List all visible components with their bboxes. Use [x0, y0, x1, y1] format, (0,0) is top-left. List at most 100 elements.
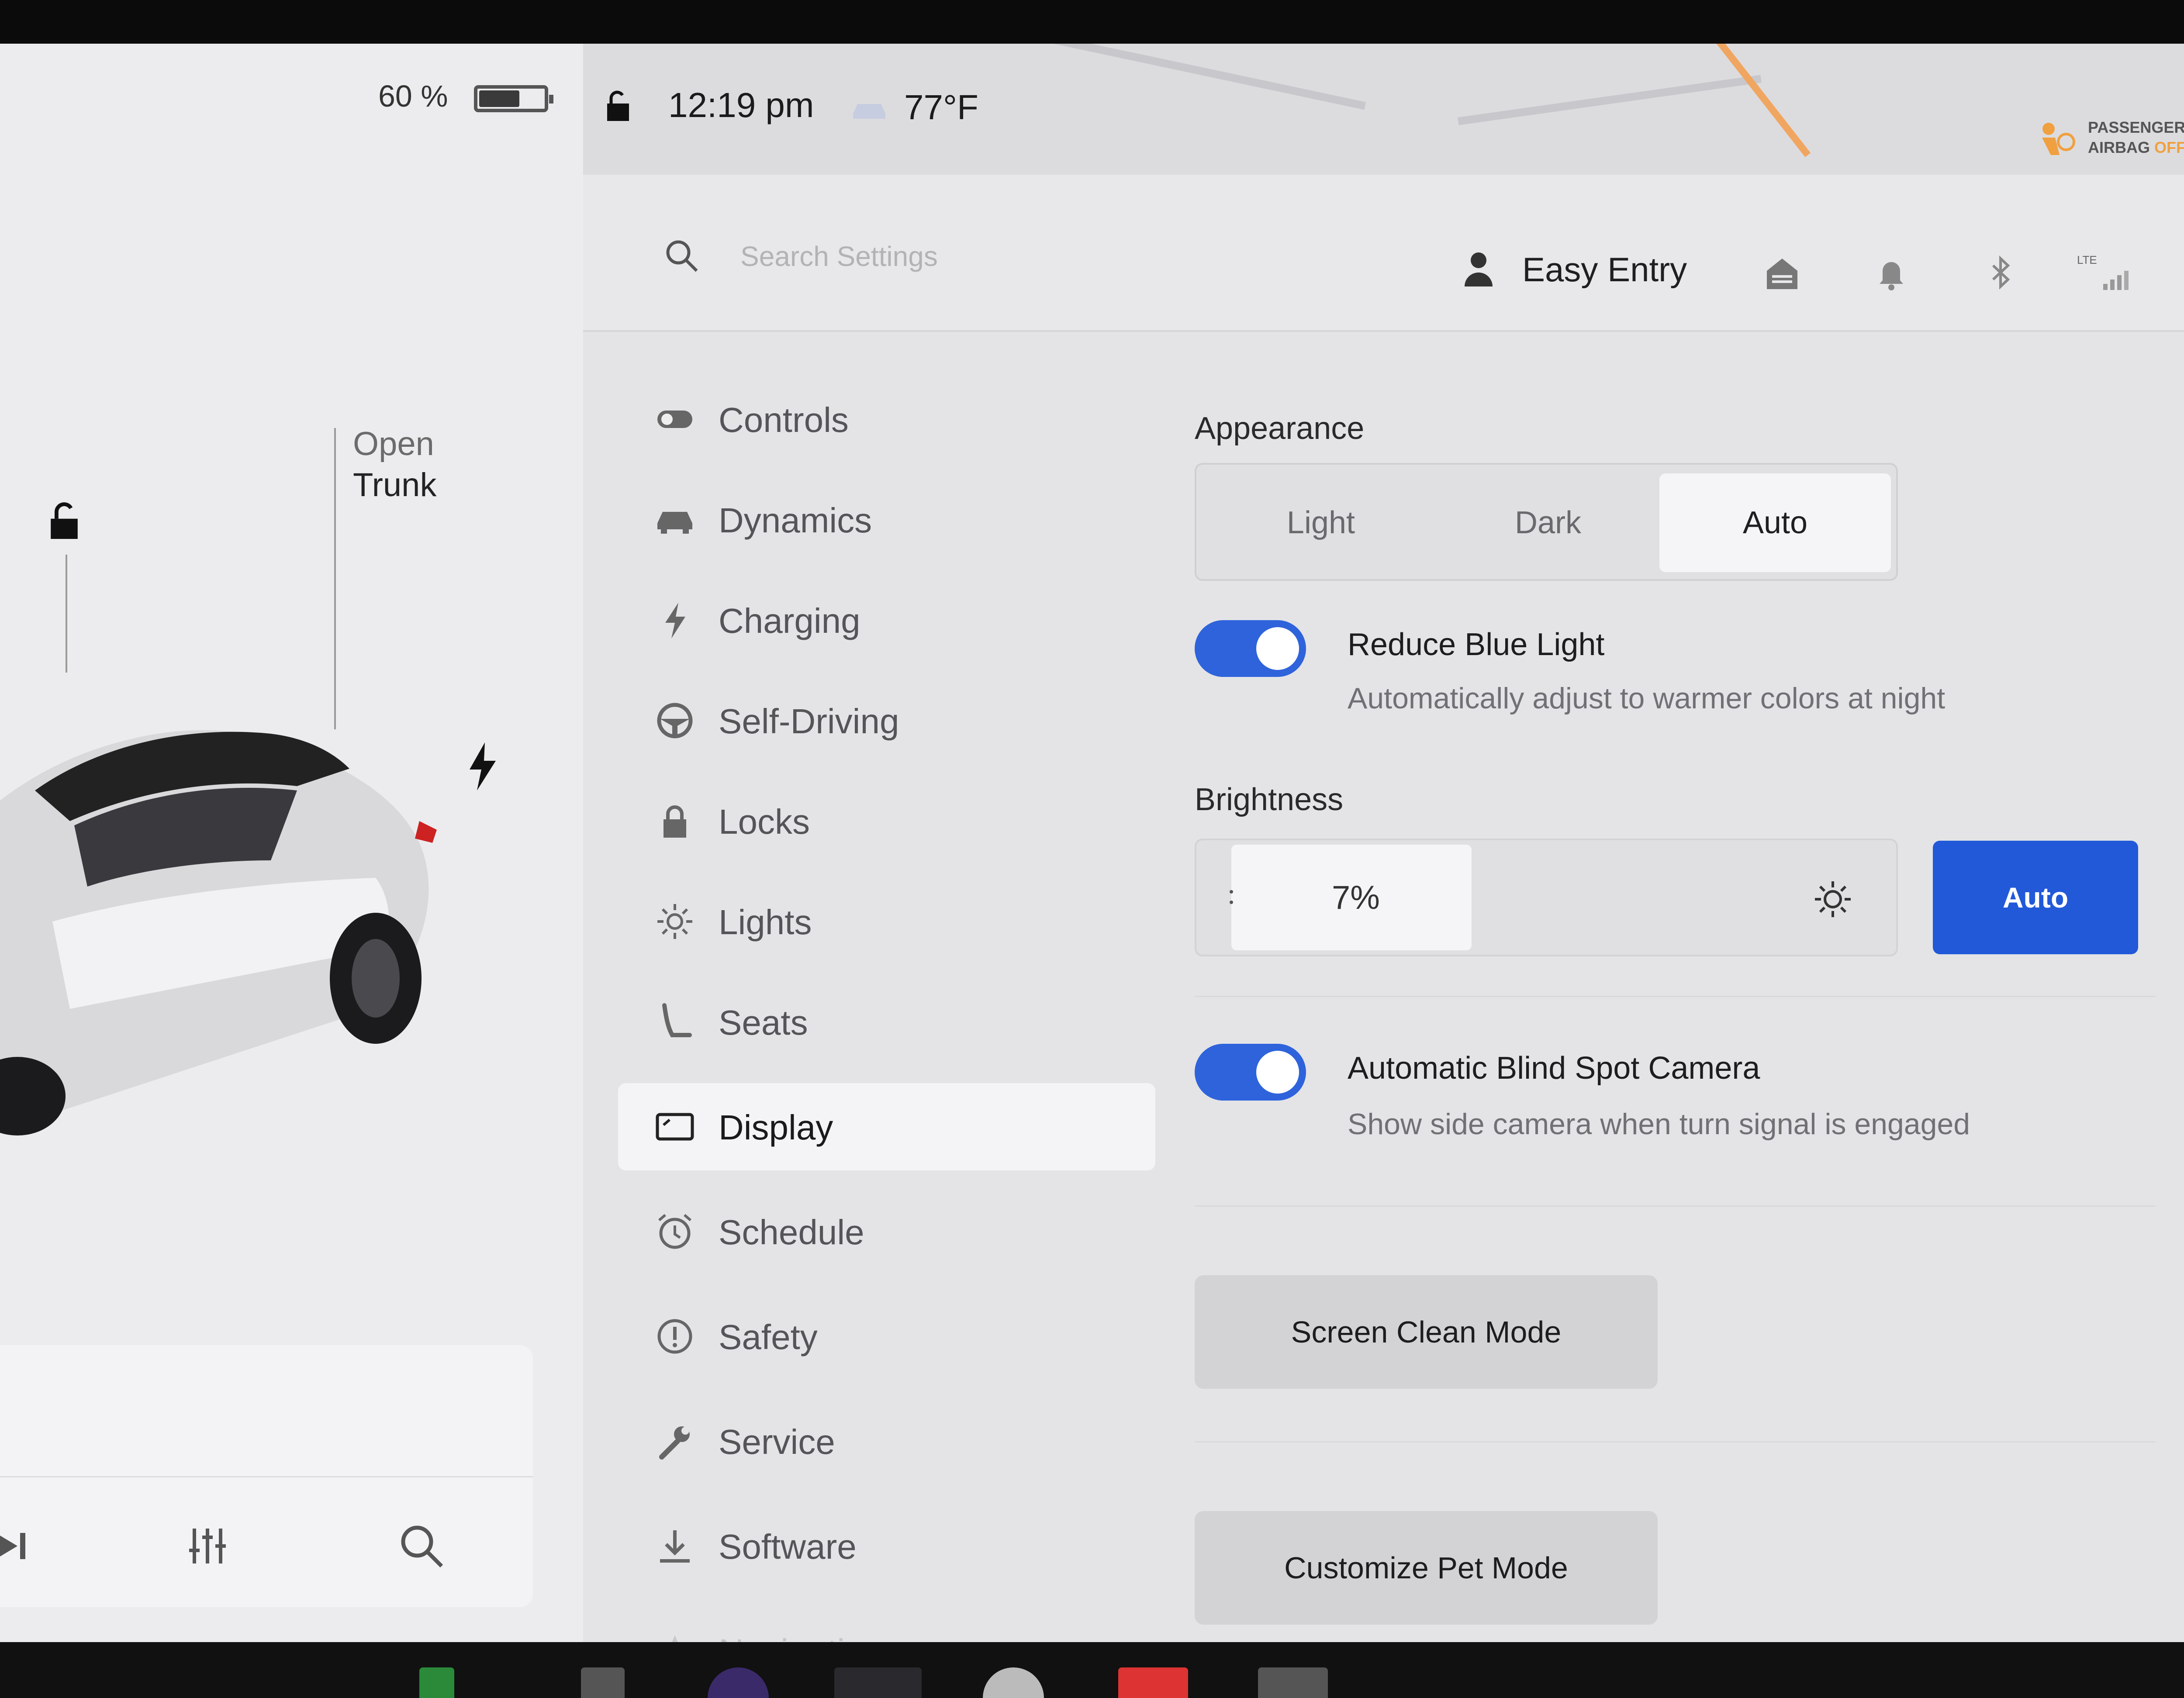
blind-spot-camera-title: Automatic Blind Spot Camera: [1348, 1051, 1760, 1086]
appearance-title: Appearance: [1195, 411, 1365, 446]
section-divider: [1195, 1441, 2156, 1443]
sidebar-item-label: Safety: [719, 1318, 818, 1356]
display-icon: [653, 1105, 697, 1149]
sidebar-item-software[interactable]: Software: [618, 1502, 1155, 1590]
alarm-clock-icon: [653, 1210, 697, 1253]
dock-app-icon[interactable]: [983, 1667, 1044, 1698]
unlock-icon[interactable]: [40, 496, 88, 544]
sidebar-item-label: Controls: [719, 400, 849, 439]
lock-callout-line: [66, 555, 67, 673]
sidebar-item-navigation[interactable]: Navigation: [618, 1607, 1155, 1642]
media-divider: [0, 1476, 533, 1477]
media-search-icon[interactable]: [395, 1520, 448, 1572]
search-icon[interactable]: [662, 236, 701, 275]
appearance-option-dark[interactable]: Dark: [1432, 473, 1664, 572]
open-trunk-line2: Trunk: [353, 466, 437, 504]
bolt-icon: [653, 598, 697, 642]
wrench-icon: [653, 1419, 697, 1463]
seat-icon: [653, 1000, 697, 1044]
clock: 12:19 pm: [668, 86, 814, 124]
brightness-value: 7%: [1332, 879, 1380, 916]
customize-pet-mode-button[interactable]: Customize Pet Mode: [1195, 1511, 1658, 1625]
reduce-blue-light-subtitle: Automatically adjust to warmer colors at…: [1348, 682, 1946, 715]
dock-app-icon[interactable]: [834, 1667, 922, 1698]
airbag-text: PASSENGER AIRBAG OFF: [2088, 117, 2184, 158]
map-route: [1670, 44, 1811, 157]
profile-icon[interactable]: [1461, 249, 1496, 288]
sidebar-item-safety[interactable]: Safety: [618, 1293, 1155, 1380]
sidebar-item-label: Charging: [719, 601, 860, 640]
bell-icon[interactable]: [1872, 253, 1911, 293]
section-divider: [1195, 996, 2156, 997]
brightness-auto-button[interactable]: Auto: [1933, 841, 2138, 954]
steering-wheel-icon: [653, 699, 697, 742]
car-panel: 60 % Open Trunk: [0, 44, 583, 1642]
bluetooth-icon[interactable]: [1981, 253, 2020, 293]
passenger-airbag-indicator: PASSENGER AIRBAG OFF: [2031, 116, 2184, 164]
map-road: [1458, 75, 1762, 125]
reduce-blue-light-toggle[interactable]: [1195, 620, 1306, 677]
navigation-arrow-icon: [653, 1629, 697, 1642]
sidebar-item-schedule[interactable]: Schedule: [618, 1188, 1155, 1275]
sidebar-item-self-driving[interactable]: Self-Driving: [618, 677, 1155, 764]
car-image: [0, 677, 446, 1135]
garage-icon[interactable]: [1762, 253, 1802, 293]
car-icon: [653, 498, 697, 542]
sidebar-item-dynamics[interactable]: Dynamics: [618, 476, 1155, 563]
search-input[interactable]: Search Settings: [740, 240, 938, 273]
open-trunk-button[interactable]: Open Trunk: [353, 424, 436, 506]
sidebar-item-charging[interactable]: Charging: [618, 576, 1155, 664]
charge-port-bolt-icon[interactable]: [467, 742, 498, 790]
driver-profile-name[interactable]: Easy Entry: [1522, 250, 1687, 290]
sidebar-item-controls[interactable]: Controls: [618, 376, 1155, 463]
blind-spot-camera-subtitle: Show side camera when turn signal is eng…: [1348, 1108, 1970, 1141]
climate-car-icon: [850, 96, 889, 122]
reduce-blue-light-title: Reduce Blue Light: [1348, 627, 1605, 662]
blind-spot-camera-toggle[interactable]: [1195, 1044, 1306, 1101]
screen-clean-mode-button[interactable]: Screen Clean Mode: [1195, 1275, 1658, 1389]
brightness-dim-icon: [1223, 884, 1240, 910]
sidebar-item-label: Navigation: [719, 1632, 884, 1642]
battery-percent: 60 %: [378, 79, 448, 113]
section-divider: [1195, 1205, 2156, 1207]
download-icon: [653, 1524, 697, 1568]
sidebar-item-locks[interactable]: Locks: [618, 777, 1155, 865]
sidebar-item-label: Seats: [719, 1003, 808, 1042]
sidebar-item-seats[interactable]: Seats: [618, 978, 1155, 1066]
battery-icon: [474, 85, 553, 112]
toggle-icon: [653, 397, 697, 441]
sidebar-item-label: Software: [719, 1527, 857, 1566]
dock-app-icon[interactable]: [419, 1667, 454, 1698]
airbag-line1: PASSENGER: [2088, 118, 2184, 136]
appearance-option-auto[interactable]: Auto: [1659, 473, 1891, 572]
sidebar-item-display[interactable]: Display: [618, 1083, 1155, 1170]
sidebar-item-label: Display: [719, 1108, 833, 1147]
equalizer-icon[interactable]: [186, 1520, 238, 1572]
settings-panel: 12:19 pm 77°F PASSENGER AIRBAG OFF Searc…: [583, 44, 2184, 1642]
settings-top-bar: Search Settings Easy Entry LTE: [583, 175, 2184, 332]
lock-icon: [653, 799, 697, 843]
open-trunk-line1: Open: [353, 425, 434, 462]
app-dock: [0, 1642, 2184, 1698]
touchscreen: 60 % Open Trunk 12:19 pm 77°F PASSENGER …: [0, 44, 2184, 1642]
sidebar-item-label: Locks: [719, 802, 810, 841]
appearance-option-light[interactable]: Light: [1205, 473, 1437, 572]
brightness-sun-icon: [1809, 875, 1857, 923]
status-bar: 12:19 pm 77°F PASSENGER AIRBAG OFF: [583, 44, 2184, 175]
sidebar-item-label: Self-Driving: [719, 702, 899, 741]
sidebar-item-service[interactable]: Service: [618, 1398, 1155, 1485]
brightness-slider[interactable]: 7%: [1195, 839, 1898, 956]
sidebar-item-label: Schedule: [719, 1213, 864, 1252]
appearance-segmented-control: Light Dark Auto: [1195, 463, 1898, 581]
door-lock-status-icon[interactable]: [601, 85, 640, 124]
sidebar-item-label: Service: [719, 1422, 835, 1461]
airbag-state: OFF: [2154, 138, 2184, 156]
dock-app-icon[interactable]: [1118, 1667, 1188, 1698]
sidebar-item-lights[interactable]: Lights: [618, 878, 1155, 965]
airbag-icon: [2031, 116, 2079, 164]
dock-app-icon[interactable]: [708, 1667, 769, 1698]
next-track-icon[interactable]: [0, 1520, 44, 1572]
outside-temperature: 77°F: [904, 88, 978, 127]
dock-app-icon[interactable]: [581, 1667, 625, 1698]
dock-app-icon[interactable]: [1258, 1667, 1328, 1698]
